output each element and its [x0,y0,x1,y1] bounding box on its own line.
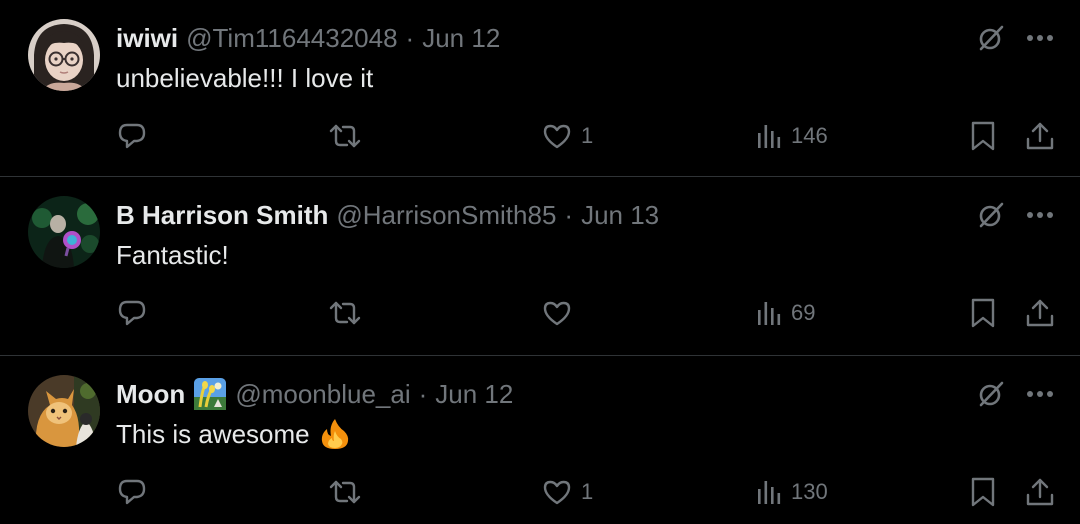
reply-icon [118,300,146,326]
share-icon [1026,478,1054,506]
action-bar: 1 146 [0,118,1080,154]
fire-emoji-icon [318,417,352,451]
reply-button[interactable] [116,118,148,154]
display-name[interactable]: Moon [116,376,185,412]
share-icon [1026,122,1054,150]
heart-icon [543,480,571,505]
grok-icon[interactable] [974,376,1008,412]
tweet-date[interactable]: Jun 12 [422,20,500,56]
tweet-header: B Harrison Smith @HarrisonSmith85 · Jun … [116,197,659,233]
bookmark-button[interactable] [968,474,998,510]
heart-icon [543,124,571,149]
views-chart-icon [758,481,781,504]
share-button[interactable] [1024,295,1056,331]
grok-icon[interactable] [974,20,1008,56]
display-name[interactable]: iwiwi [116,20,178,56]
tweet-text: This is awesome [116,416,352,452]
grok-icon[interactable] [974,197,1008,233]
bookmark-button[interactable] [968,295,998,331]
tweet-text-content: Fantastic! [116,240,229,270]
tweet-text-content: This is awesome [116,419,310,449]
reply-icon [118,123,146,149]
reply-button[interactable] [116,295,148,331]
separator-dot: · [564,200,574,230]
retweet-button[interactable] [328,474,362,510]
avatar[interactable] [28,375,100,447]
action-bar: 69 [0,295,1080,331]
more-dots-icon[interactable] [1024,197,1056,233]
more-dots-icon[interactable] [1024,20,1056,56]
tweet-date[interactable]: Jun 13 [581,197,659,233]
display-name[interactable]: B Harrison Smith [116,197,328,233]
views-button[interactable]: 130 [755,474,828,510]
user-handle[interactable]: @moonblue_ai [235,376,410,412]
view-count: 146 [791,123,828,148]
retweet-button[interactable] [328,118,362,154]
action-bar: 1 130 [0,474,1080,510]
more-dots-icon[interactable] [1024,376,1056,412]
tweet-item[interactable]: B Harrison Smith @HarrisonSmith85 · Jun … [0,177,1080,355]
heart-icon [543,301,571,326]
share-button[interactable] [1024,118,1056,154]
bookmark-icon [971,121,995,151]
views-chart-icon [758,125,781,148]
bookmark-icon [971,477,995,507]
reply-button[interactable] [116,474,148,510]
retweet-icon [329,124,361,148]
share-icon [1026,299,1054,327]
retweet-icon [329,480,361,504]
views-button[interactable]: 146 [755,118,828,154]
separator-dot: · [418,379,428,409]
view-count: 69 [791,300,816,325]
like-count: 1 [581,479,594,504]
moon-emoji-badge-icon [193,377,227,411]
tweet-header: Moon @moonblue_ai · Jun 12 [116,376,513,412]
reply-icon [118,479,146,505]
tweet-text: unbelievable!!! I love it [116,60,373,96]
like-button[interactable] [541,295,581,331]
like-button[interactable]: 1 [541,118,593,154]
views-chart-icon [758,302,781,325]
bookmark-icon [971,298,995,328]
like-count: 1 [581,123,594,148]
user-handle[interactable]: @Tim1164432048 [186,20,397,56]
bookmark-button[interactable] [968,118,998,154]
separator-dot: · [405,23,415,53]
avatar[interactable] [28,196,100,268]
tweet-item[interactable]: iwiwi @Tim1164432048 · Jun 12 unbelievab… [0,0,1080,176]
user-handle[interactable]: @HarrisonSmith85 [336,197,556,233]
tweet-header: iwiwi @Tim1164432048 · Jun 12 [116,20,500,56]
avatar[interactable] [28,19,100,91]
view-count: 130 [791,479,828,504]
tweet-item[interactable]: Moon @moonblue_ai · Jun 12 This is aweso… [0,356,1080,524]
tweet-text-content: unbelievable!!! I love it [116,63,374,93]
reply-feed: iwiwi @Tim1164432048 · Jun 12 unbelievab… [0,0,1080,524]
retweet-icon [329,301,361,325]
views-button[interactable]: 69 [755,295,815,331]
tweet-date[interactable]: Jun 12 [435,376,513,412]
retweet-button[interactable] [328,295,362,331]
like-button[interactable]: 1 [541,474,593,510]
tweet-text: Fantastic! [116,237,229,273]
share-button[interactable] [1024,474,1056,510]
